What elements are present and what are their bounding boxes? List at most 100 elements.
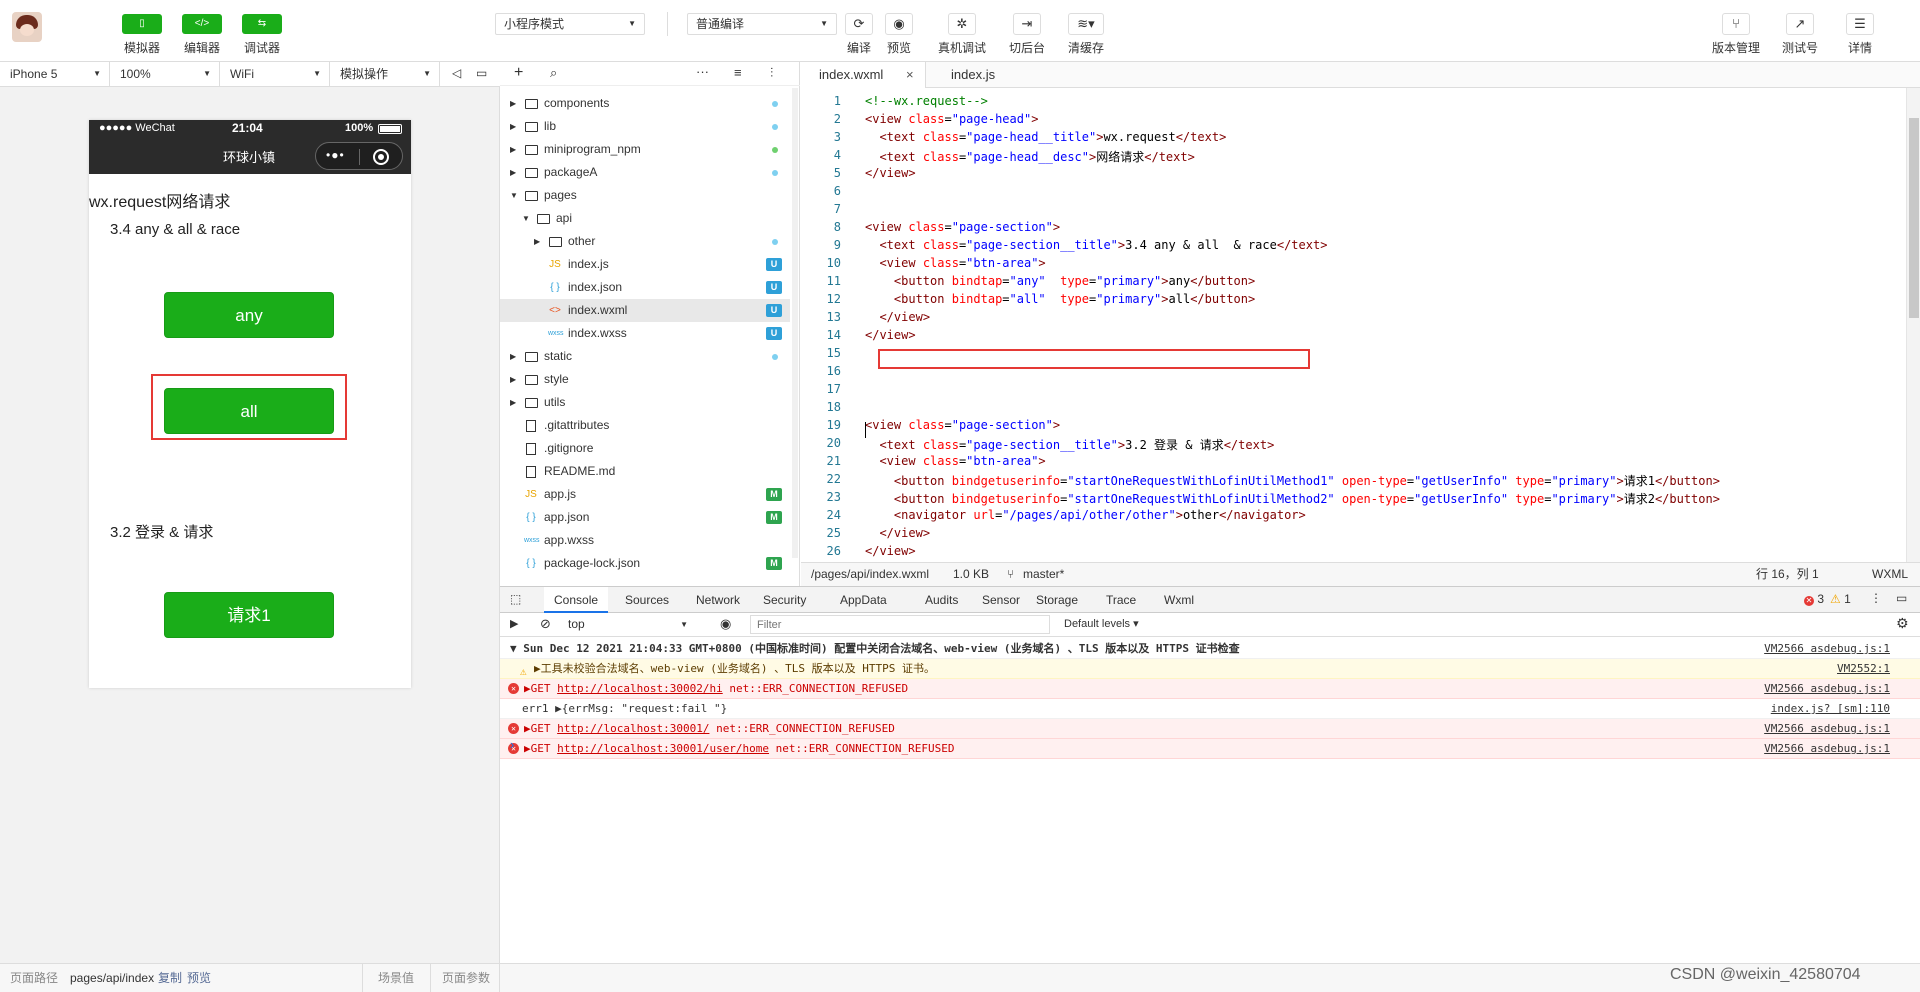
chevron-right-icon[interactable]: ▶ [510,161,520,184]
test-account-button[interactable]: ↗ [1786,13,1814,35]
code-line[interactable]: <navigator url="/pages/api/other/other">… [865,508,1306,522]
compile-select[interactable]: 普通编译 ▼ [687,13,837,35]
file-tree-item[interactable]: ▶ other [500,230,790,253]
sort-icon[interactable]: ≡ [734,65,742,80]
scene-button[interactable]: 场景值 [378,964,414,992]
console-log-row[interactable]: ✕ ▶GET http://localhost:30001/ net::ERR_C… [500,719,1920,739]
console-log-row[interactable]: ▼ Sun Dec 12 2021 21:04:33 GMT+0800 (中国标… [500,639,1920,659]
console-log-row[interactable]: ✕ ▶GET http://localhost:30001/user/home n… [500,739,1920,759]
code-line[interactable]: <button bindgetuserinfo="startOneRequest… [865,490,1720,507]
code-line[interactable]: <button bindtap="all" type="primary">all… [865,292,1255,306]
editor-toggle-button[interactable]: </> [182,14,222,34]
search-icon[interactable]: ⌕ [550,65,557,81]
tab-sources[interactable]: Sources [615,587,679,613]
code-line[interactable]: <text class="page-section__title">3.2 登录… [865,436,1274,453]
file-tree-item[interactable]: wxss index.wxss U [500,322,790,345]
file-tree-item[interactable]: { } index.json U [500,276,790,299]
code-line[interactable]: <!--wx.request--> [865,94,988,108]
warning-count-badge[interactable]: ⚠ 1 [1830,592,1851,606]
tab-console[interactable]: Console [544,587,609,613]
console-prompt[interactable]: › [510,737,514,752]
log-source-link[interactable]: index.js? [sm]:110 [1771,699,1890,718]
detail-button[interactable]: ☰ [1846,13,1874,35]
debugger-toggle-button[interactable]: ⇆ [242,14,282,34]
network-select[interactable]: WiFi ▼ [220,62,330,86]
code-line[interactable]: <button bindtap="any" type="primary">any… [865,274,1255,288]
close-icon[interactable]: × [906,62,914,88]
code-line[interactable]: <button bindgetuserinfo="startOneRequest… [865,472,1720,489]
code-line[interactable]: </view> [865,166,916,180]
git-branch[interactable]: master* [1023,563,1064,586]
code-line[interactable]: <text class="page-head__title">wx.reques… [865,130,1226,144]
log-url-link[interactable]: http://localhost:30002/hi [557,682,723,695]
tab-security[interactable]: Security [753,587,816,613]
log-source-link[interactable]: VM2566 asdebug.js:1 [1764,719,1890,738]
code-line[interactable]: </view> [865,328,916,342]
remote-debug-button[interactable]: ✲ [948,13,976,35]
window-icon[interactable]: ▭ [476,66,487,80]
log-source-link[interactable]: VM2566 asdebug.js:1 [1764,739,1890,758]
file-tree-item[interactable]: ▶ static [500,345,790,368]
chevron-right-icon[interactable]: ▶ [510,138,520,161]
code-line[interactable]: <text class="page-head__desc">网络请求</text… [865,148,1194,165]
tab-audits[interactable]: Audits [915,587,968,613]
collapse-icon[interactable]: ⫶ [770,65,773,81]
file-tree-item[interactable]: ▶ utils [500,391,790,414]
file-tree-item[interactable]: JS index.js U [500,253,790,276]
tab-storage[interactable]: Storage [1026,587,1088,613]
kebab-menu-icon[interactable]: ⋮ [1870,591,1882,605]
chevron-right-icon[interactable]: ▶ [510,345,520,368]
console-log-row[interactable]: err1 ▶{errMsg: "request:fail "} index.js?… [500,699,1920,719]
file-tree-item[interactable]: ▶ miniprogram_npm [500,138,790,161]
tab-wxml[interactable]: Wxml [1154,587,1204,613]
tab-index-js[interactable]: index.js [933,62,1013,88]
request1-button[interactable]: 请求1 [164,592,334,638]
volume-icon[interactable]: ◁ [452,66,461,80]
params-button[interactable]: 页面参数 [442,964,490,992]
error-count-badge[interactable]: ✕ 3 [1804,592,1824,606]
code-line[interactable]: </view> [865,544,916,558]
background-button[interactable]: ⇥ [1013,13,1041,35]
scroll-thumb[interactable] [1909,118,1919,318]
eye-icon[interactable]: ◉ [720,616,731,632]
console-log-row[interactable]: ⚠ ▶工具未校验合法域名、web-view (业务域名) 、TLS 版本以及 HT… [500,659,1920,679]
code-line[interactable]: </view> [865,526,930,540]
file-tree-item[interactable]: ▶ components [500,92,790,115]
tree-scrollbar[interactable] [792,88,798,558]
code-line[interactable]: <view class="btn-area"> [865,256,1045,270]
more-icon[interactable]: ··· [696,64,709,79]
code-line[interactable]: </view> [865,310,930,324]
file-tree-item[interactable]: ▼ api [500,207,790,230]
code-line[interactable]: <view class="btn-area"> [865,454,1045,468]
sidebar-toggle-icon[interactable]: ▶ [510,617,518,630]
cursor-position[interactable]: 行 16，列 1 [1756,563,1819,586]
chevron-down-icon[interactable]: ▼ [522,207,532,230]
compile-button[interactable]: ⟳ [845,13,873,35]
code-line[interactable]: <view class="page-section"> [865,418,1060,432]
more-icon[interactable]: •●• [326,148,345,162]
file-tree-item[interactable]: .gitattributes [500,414,790,437]
code-area[interactable]: 1 <!--wx.request--> 2 <view class="page-hea… [801,88,1906,562]
chevron-right-icon[interactable]: ▶ [510,92,520,115]
tab-index-wxml[interactable]: index.wxml × [801,62,926,88]
chevron-right-icon[interactable]: ▶ [510,391,520,414]
file-tree-item[interactable]: ▼ pages [500,184,790,207]
operation-select[interactable]: 模拟操作 ▼ [330,62,440,86]
language-mode[interactable]: WXML [1872,563,1908,586]
capsule-menu[interactable]: •●• [315,142,403,170]
context-select[interactable]: top ▼ [560,615,696,634]
simulator-toggle-button[interactable]: ▯ [122,14,162,34]
file-tree-item[interactable]: <> index.wxml U [500,299,790,322]
chevron-right-icon[interactable]: ▶ [534,230,544,253]
device-select[interactable]: iPhone 5 ▼ [0,62,110,86]
log-levels-select[interactable]: Default levels ▾ [1064,617,1139,630]
version-button[interactable]: ⑂ [1722,13,1750,35]
preview-link[interactable]: 预览 [187,964,211,992]
console-filter-input[interactable] [750,615,1050,634]
editor-scrollbar[interactable] [1906,88,1920,562]
gear-icon[interactable]: ⚙ [1896,615,1909,632]
code-line[interactable]: <view class="page-head"> [865,112,1038,126]
add-icon[interactable]: + [514,64,523,82]
file-tree-item[interactable]: .gitignore [500,437,790,460]
code-line[interactable]: <text class="page-section__title">3.4 an… [865,238,1327,252]
